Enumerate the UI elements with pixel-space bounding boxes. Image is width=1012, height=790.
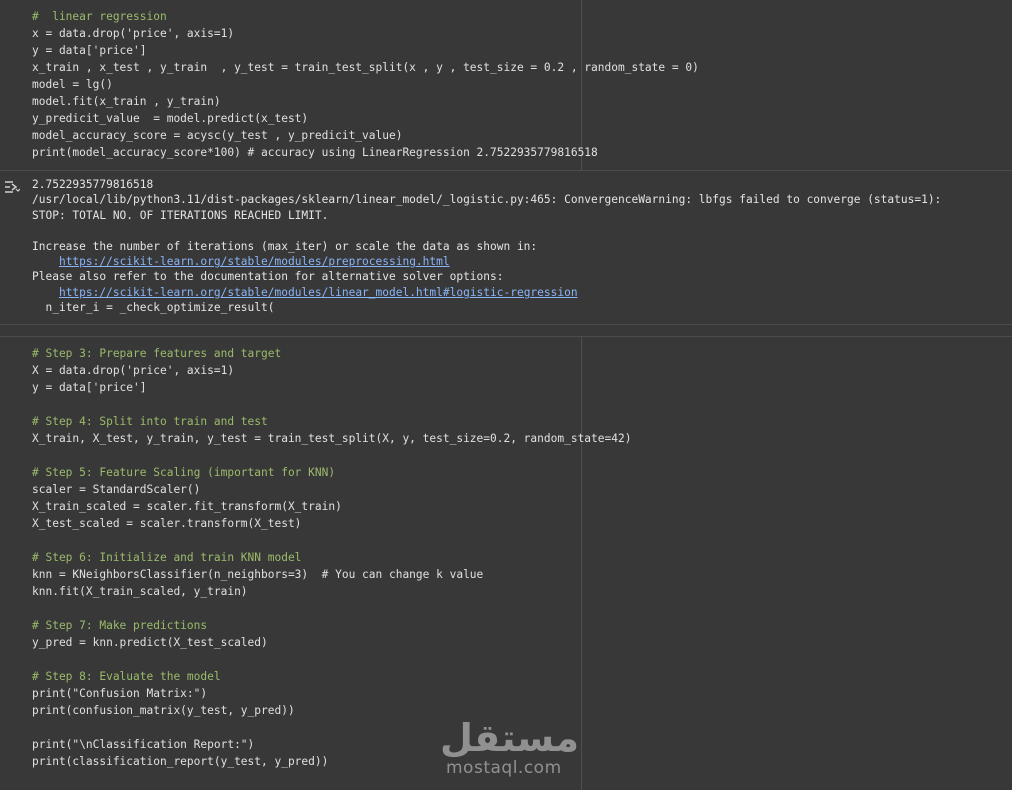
code-line: y_pred = knn.predict(X_test_scaled): [32, 636, 268, 649]
code-line: # linear regression: [32, 10, 167, 23]
code-line: y = data['price']: [32, 44, 147, 57]
code-editor-2[interactable]: # Step 3: Prepare features and target X …: [32, 345, 631, 770]
code-line: knn = KNeighborsClassifier(n_neighbors=3…: [32, 568, 484, 581]
mostaql-watermark: مستقل mostaql.com: [440, 718, 579, 778]
code-line: model.fit(x_train , y_train): [32, 95, 221, 108]
code-line: print(model_accuracy_score*100) # accura…: [32, 146, 598, 159]
logistic-regression-link[interactable]: https://scikit-learn.org/stable/modules/…: [59, 286, 578, 299]
code-line: X_train_scaled = scaler.fit_transform(X_…: [32, 500, 342, 513]
code-line: y_predicit_value = model.predict(x_test): [32, 112, 309, 125]
warning-increase: Increase the number of iterations (max_i…: [32, 239, 538, 253]
code-line: # Step 7: Make predictions: [32, 619, 208, 632]
link-line: https://scikit-learn.org/stable/modules/…: [32, 285, 941, 300]
preprocessing-link[interactable]: https://scikit-learn.org/stable/modules/…: [59, 255, 450, 268]
warning-text: /usr/local/lib/python3.11/dist-packages/…: [32, 193, 942, 207]
warning-stop: STOP: TOTAL NO. OF ITERATIONS REACHED LI…: [32, 208, 329, 222]
watermark-latin: mostaql.com: [446, 758, 562, 778]
code-line: knn.fit(X_train_scaled, y_train): [32, 585, 248, 598]
code-line: model = lg(): [32, 78, 113, 91]
code-line: x = data.drop('price', axis=1): [32, 27, 235, 40]
code-line: # Step 4: Split into train and test: [32, 415, 268, 428]
cell-separator: [0, 324, 1012, 325]
output-result: 2.7522935779816518: [32, 178, 154, 191]
niter-line: n_iter_i = _check_optimize_result(: [45, 301, 275, 315]
output-separator: [0, 170, 1012, 171]
code-line: # Step 8: Evaluate the model: [32, 670, 221, 683]
warning-refer: Please also refer to the documentation f…: [32, 270, 504, 284]
code-line: model_accuracy_score = acysc(y_test , y_…: [32, 129, 403, 142]
cell-output-1: 2.7522935779816518 /usr/local/lib/python…: [32, 177, 941, 316]
code-line: X_train, X_test, y_train, y_test = train…: [32, 432, 632, 445]
code-line: X = data.drop('price', axis=1): [32, 364, 235, 377]
code-line: # Step 3: Prepare features and target: [32, 347, 282, 360]
code-editor-1[interactable]: # linear regression x = data.drop('price…: [32, 8, 699, 161]
code-line: # Step 6: Initialize and train KNN model: [32, 551, 302, 564]
code-line: print("Confusion Matrix:"): [32, 687, 208, 700]
watermark-arabic: مستقل: [440, 716, 579, 760]
link-line: https://scikit-learn.org/stable/modules/…: [32, 254, 941, 269]
code-line: x_train , x_test , y_train , y_test = tr…: [32, 61, 699, 74]
code-line: scaler = StandardScaler(): [32, 483, 201, 496]
code-line: X_test_scaled = scaler.transform(X_test): [32, 517, 302, 530]
code-line: y = data['price']: [32, 381, 147, 394]
code-line: # Step 5: Feature Scaling (important for…: [32, 466, 336, 479]
code-cell-1[interactable]: # linear regression x = data.drop('price…: [0, 0, 1012, 170]
output-toggle-icon[interactable]: [4, 180, 20, 194]
